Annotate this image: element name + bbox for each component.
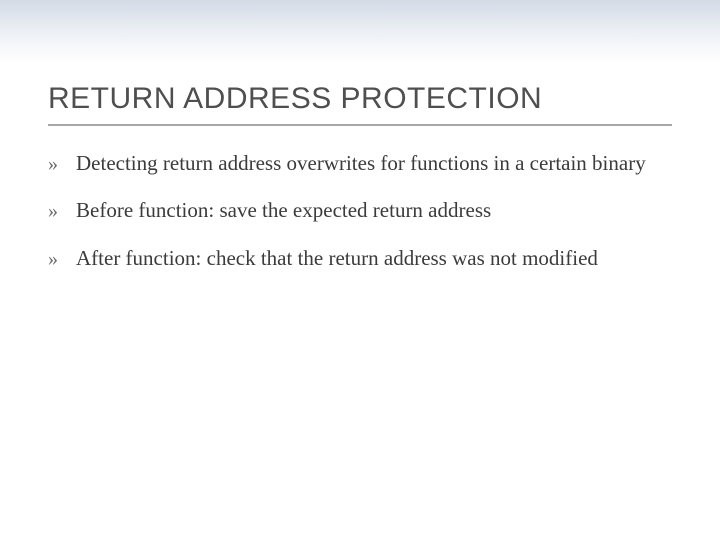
slide-body: » Detecting return address overwrites fo…	[48, 150, 660, 292]
bullet-icon: »	[48, 245, 76, 272]
list-item: » Before function: save the expected ret…	[48, 197, 660, 224]
header-gradient	[0, 0, 720, 62]
slide-title: RETURN ADDRESS PROTECTION	[48, 82, 672, 116]
bullet-icon: »	[48, 150, 76, 177]
list-item-text: Detecting return address overwrites for …	[76, 150, 660, 177]
slide: RETURN ADDRESS PROTECTION » Detecting re…	[0, 0, 720, 540]
list-item-text: After function: check that the return ad…	[76, 245, 660, 272]
bullet-icon: »	[48, 197, 76, 224]
list-item-text: Before function: save the expected retur…	[76, 197, 660, 224]
list-item: » After function: check that the return …	[48, 245, 660, 272]
title-underline	[48, 124, 672, 126]
list-item: » Detecting return address overwrites fo…	[48, 150, 660, 177]
